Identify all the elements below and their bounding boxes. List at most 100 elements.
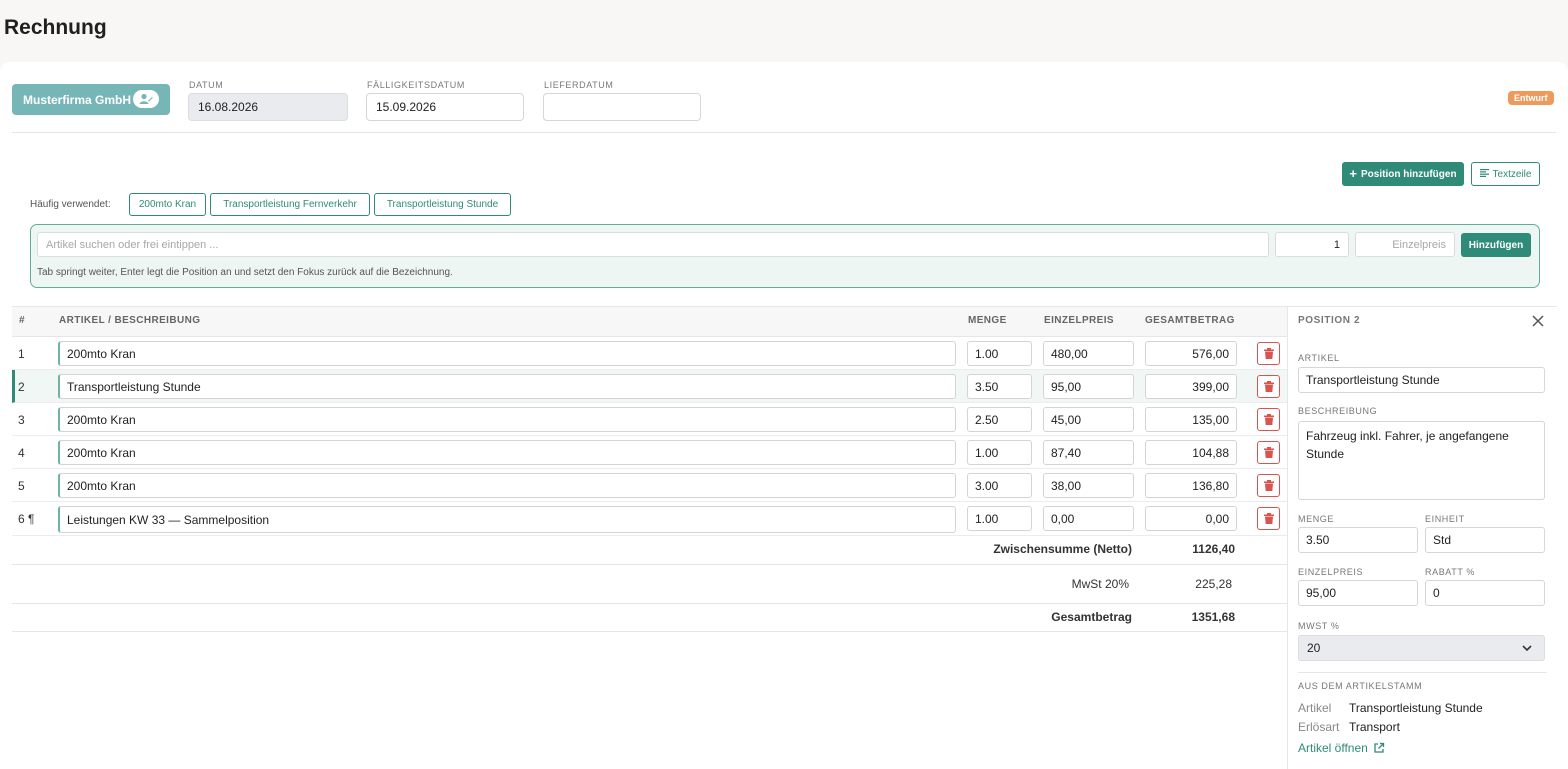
customer-button[interactable]: Musterfirma GmbH: [12, 84, 170, 115]
unit-field[interactable]: Std: [1425, 527, 1545, 553]
delivery-date-label: LIEFERDATUM: [544, 80, 614, 90]
article-input[interactable]: 200mto Kran: [58, 473, 956, 498]
entry-hint: Tab springt weiter, Enter legt die Posit…: [37, 267, 453, 278]
row-number: 2: [18, 380, 25, 394]
trash-icon: [1263, 348, 1274, 359]
total-field: 0,00: [1145, 506, 1237, 531]
add-position-label: Position hinzufügen: [1361, 168, 1457, 180]
chevron-down-icon: [1522, 645, 1532, 652]
trash-icon: [1263, 480, 1274, 491]
article-textarea[interactable]: Leistungen KW 33 — Sammelposition: [58, 506, 956, 533]
discount-label: RABATT %: [1425, 567, 1475, 577]
col-num: #: [19, 315, 25, 326]
col-article: ARTIKEL / BESCHREIBUNG: [59, 315, 201, 326]
vat-select-value: 20: [1307, 641, 1321, 655]
plus-icon: +: [1349, 166, 1358, 181]
table-row[interactable]: 6 ¶ Leistungen KW 33 — Sammelposition 1.…: [12, 502, 1287, 536]
col-qty: MENGE: [968, 315, 1007, 326]
row-number: 1: [18, 347, 25, 361]
quantity-label: MENGE: [1298, 514, 1335, 524]
article-input[interactable]: Transportleistung Stunde: [58, 374, 956, 399]
frequent-chip[interactable]: Transportleistung Stunde: [374, 193, 511, 216]
frequent-chip[interactable]: Transportleistung Fernverkehr: [210, 193, 370, 216]
price-input[interactable]: 38,00: [1043, 473, 1134, 498]
col-total: GESAMTBETRAG: [1145, 315, 1235, 326]
article-search-input[interactable]: Artikel suchen oder frei eintippen ...: [37, 232, 1269, 257]
quantity-input[interactable]: 1: [1275, 232, 1349, 257]
add-entry-button[interactable]: Hinzufügen: [1461, 233, 1531, 257]
price-input[interactable]: 45,00: [1043, 407, 1134, 432]
vat-label: MwSt 20%: [1071, 577, 1129, 591]
total-field: 136,80: [1145, 473, 1237, 498]
table-row[interactable]: 5 200mto Kran 3.00 38,00 136,80: [12, 469, 1287, 502]
vat-select[interactable]: 20: [1298, 635, 1545, 661]
due-date-field[interactable]: 15.09.2026: [366, 93, 524, 121]
row-number: 6 ¶: [18, 512, 35, 526]
price-input[interactable]: 0,00: [1043, 506, 1134, 531]
qty-input[interactable]: 2.50: [967, 407, 1032, 432]
master-data-label: AUS DEM ARTIKELSTAMM: [1298, 681, 1423, 691]
master-article-value: Transportleistung Stunde: [1349, 701, 1483, 715]
grand-total-value: 1351,68: [1191, 610, 1235, 624]
text-line-button[interactable]: Textzeile: [1471, 162, 1540, 186]
unit-price-input[interactable]: Einzelpreis: [1355, 232, 1455, 257]
add-position-button[interactable]: + Position hinzufügen: [1342, 162, 1464, 186]
master-revenue-value: Transport: [1349, 720, 1400, 734]
delete-row-button[interactable]: [1257, 474, 1280, 497]
subtotal-value: 1126,40: [1192, 542, 1235, 556]
article-input[interactable]: 200mto Kran: [58, 341, 956, 366]
article-input[interactable]: 200mto Kran: [58, 407, 956, 432]
delete-row-button[interactable]: [1257, 441, 1280, 464]
text-line-label: Textzeile: [1492, 168, 1532, 180]
row-number: 4: [18, 446, 25, 460]
delete-row-button[interactable]: [1257, 375, 1280, 398]
unit-price-field[interactable]: 95,00: [1298, 580, 1418, 606]
delete-row-button[interactable]: [1257, 342, 1280, 365]
price-input[interactable]: 95,00: [1043, 374, 1134, 399]
vat-percent-label: MWST %: [1298, 621, 1340, 631]
table-row[interactable]: 1 200mto Kran 1.00 480,00 576,00: [12, 337, 1287, 370]
edit-person-icon[interactable]: [133, 90, 159, 108]
description-field[interactable]: Fahrzeug inkl. Fahrer, je angefangene St…: [1298, 421, 1545, 500]
quantity-field[interactable]: 3.50: [1298, 527, 1418, 553]
master-article-key: Artikel: [1298, 701, 1332, 715]
table-row[interactable]: 4 200mto Kran 1.00 87,40 104,88: [12, 436, 1287, 469]
delivery-date-field[interactable]: [543, 93, 701, 121]
total-field: 399,00: [1145, 374, 1237, 399]
frequent-chip[interactable]: 200mto Kran: [129, 193, 206, 216]
trash-icon: [1263, 414, 1274, 425]
trash-icon: [1263, 513, 1274, 524]
due-date-label: FÄLLIGKEITSDATUM: [367, 80, 465, 90]
qty-input[interactable]: 1.00: [967, 506, 1032, 531]
total-field: 135,00: [1145, 407, 1237, 432]
customer-name: Musterfirma GmbH: [23, 92, 132, 107]
delete-row-button[interactable]: [1257, 507, 1280, 530]
discount-field[interactable]: 0: [1425, 580, 1545, 606]
date-field[interactable]: 16.08.2026: [188, 93, 348, 121]
article-label: ARTIKEL: [1298, 353, 1340, 363]
qty-input[interactable]: 1.00: [967, 341, 1032, 366]
external-link-icon: [1374, 742, 1384, 753]
article-input[interactable]: 200mto Kran: [58, 440, 956, 465]
price-input[interactable]: 480,00: [1043, 341, 1134, 366]
close-icon[interactable]: [1530, 313, 1546, 329]
article-field[interactable]: Transportleistung Stunde: [1298, 367, 1545, 393]
qty-input[interactable]: 3.00: [967, 473, 1032, 498]
delete-row-button[interactable]: [1257, 408, 1280, 431]
subtotal-label: Zwischensumme (Netto): [993, 542, 1132, 556]
table-row[interactable]: 3 200mto Kran 2.50 45,00 135,00: [12, 403, 1287, 436]
open-article-label: Artikel öffnen: [1298, 741, 1368, 755]
description-label: BESCHREIBUNG: [1298, 406, 1378, 416]
total-field: 104,88: [1145, 440, 1237, 465]
table-row-selected[interactable]: 2 Transportleistung Stunde 3.50 95,00 39…: [12, 370, 1287, 403]
qty-input[interactable]: 3.50: [967, 374, 1032, 399]
total-field: 576,00: [1145, 341, 1237, 366]
header-divider: [12, 132, 1556, 133]
page-title: Rechnung: [4, 16, 107, 39]
open-article-link[interactable]: Artikel öffnen: [1298, 741, 1385, 755]
date-label: DATUM: [189, 80, 224, 90]
price-input[interactable]: 87,40: [1043, 440, 1134, 465]
vat-value: 225,28: [1195, 577, 1232, 591]
qty-input[interactable]: 1.00: [967, 440, 1032, 465]
text-lines-icon: [1479, 168, 1489, 180]
